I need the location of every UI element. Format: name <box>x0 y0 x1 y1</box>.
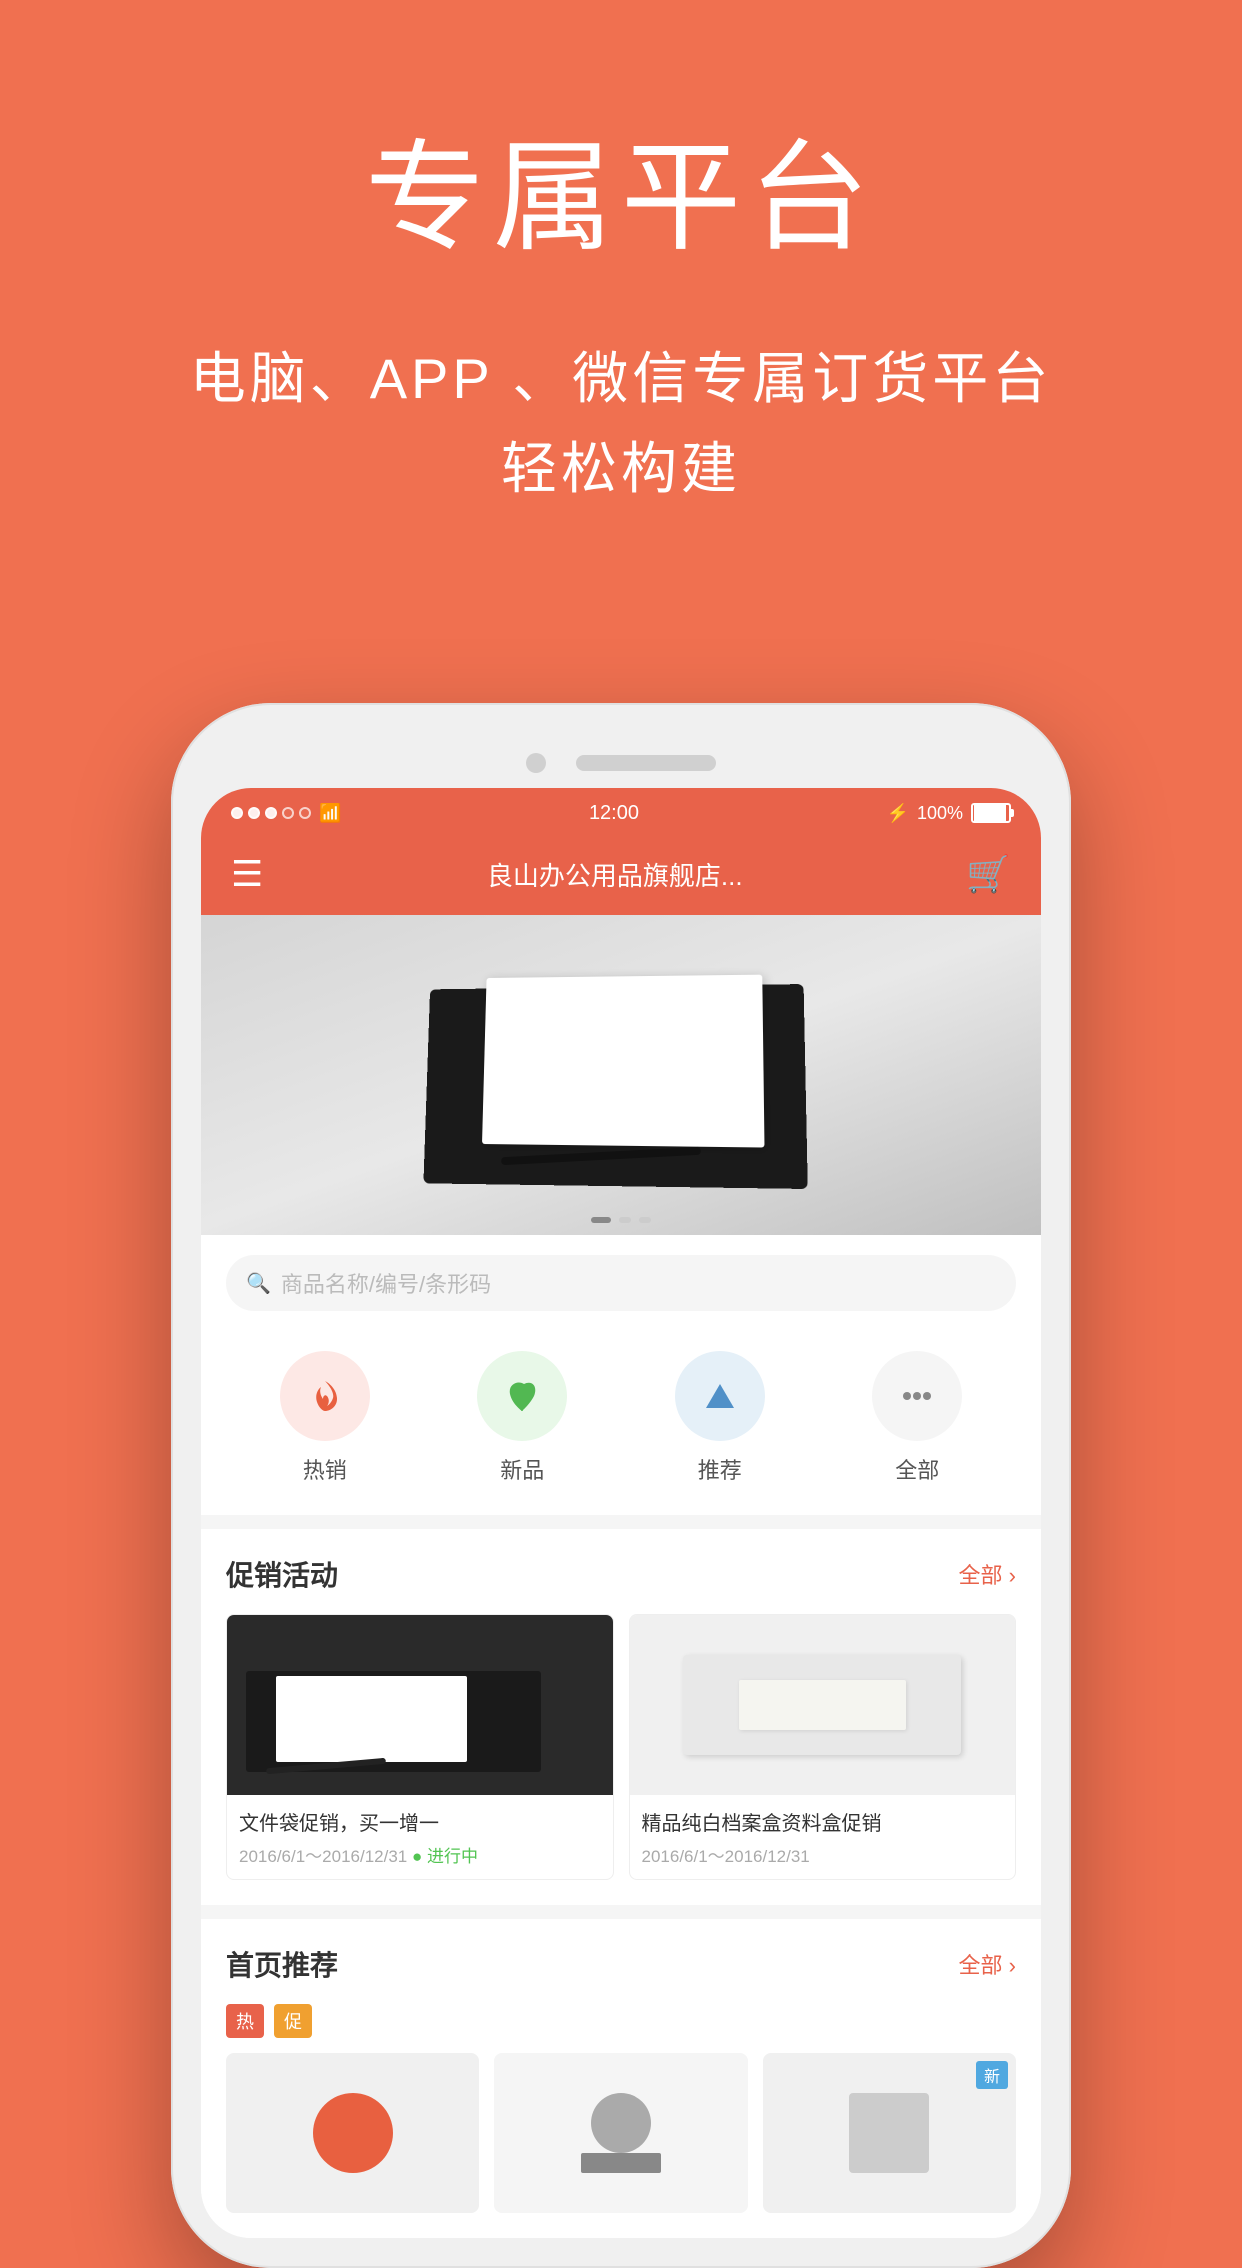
phone-screen: 📶 12:00 ⚡ 100% ☰ 良山办公用品旗舰店... <box>201 788 1041 2238</box>
tag-new-product: 新 <box>976 2061 1008 2089</box>
promo-title-2: 精品纯白档案盒资料盒促销 <box>642 1807 1004 1836</box>
recommend-section: 首页推荐 全部 › 热 促 <box>201 1919 1041 2238</box>
product-thumb-1[interactable] <box>226 2053 479 2213</box>
triangle-icon <box>700 1376 740 1416</box>
banner-area[interactable] <box>201 915 1041 1235</box>
signal-dot-2 <box>248 807 260 819</box>
cart-icon[interactable]: 🛒 <box>966 853 1011 895</box>
promo-image-1 <box>227 1615 613 1795</box>
phone-camera <box>526 753 546 773</box>
hot-label: 热销 <box>303 1453 347 1485</box>
category-new[interactable]: 新品 <box>477 1351 567 1485</box>
search-bar[interactable]: 🔍 商品名称/编号/条形码 <box>226 1255 1016 1311</box>
signal-dot-3 <box>265 807 277 819</box>
leaf-icon <box>502 1376 542 1416</box>
status-time: 12:00 <box>589 802 639 825</box>
promo-card-2[interactable]: 精品纯白档案盒资料盒促销 2016/6/1～2016/12/31 <box>629 1614 1017 1880</box>
promo-date-1: 2016/6/1～2016/12/31 ● 进行中 <box>239 1842 601 1867</box>
category-recommend[interactable]: 推荐 <box>675 1351 765 1485</box>
status-left: 📶 <box>231 803 341 824</box>
promo-date-2: 2016/6/1～2016/12/31 <box>642 1842 1004 1867</box>
all-icon-circle <box>872 1351 962 1441</box>
promo-title-1: 文件袋促销，买一增一 <box>239 1807 601 1836</box>
battery-icon <box>971 803 1011 823</box>
hot-icon-circle <box>280 1351 370 1441</box>
rec-label: 推荐 <box>698 1453 742 1485</box>
promo-card-1[interactable]: 文件袋促销，买一增一 2016/6/1～2016/12/31 ● 进行中 <box>226 1614 614 1880</box>
banner-dot-2 <box>619 1217 631 1223</box>
banner-dot-1 <box>591 1217 611 1223</box>
promo-section-title: 促销活动 <box>226 1554 338 1594</box>
lightning-icon: ⚡ <box>887 803 909 824</box>
banner-dot-3 <box>639 1217 651 1223</box>
banner-image <box>201 915 1041 1235</box>
subtitle-line2: 轻松构建 <box>0 424 1242 514</box>
promo-info-2: 精品纯白档案盒资料盒促销 2016/6/1～2016/12/31 <box>630 1795 1016 1879</box>
menu-icon[interactable]: ☰ <box>231 853 263 895</box>
categories-row: 热销 新品 <box>201 1331 1041 1515</box>
status-bar: 📶 12:00 ⚡ 100% <box>201 788 1041 838</box>
all-label: 全部 <box>895 1453 939 1485</box>
product-tags: 热 促 <box>226 2004 1016 2038</box>
header-section: 专属平台 电脑、APP 、微信专属订货平台 轻松构建 <box>0 0 1242 573</box>
signal-dots <box>231 807 311 819</box>
flame-icon <box>305 1376 345 1416</box>
promo-info-1: 文件袋促销，买一增一 2016/6/1～2016/12/31 ● 进行中 <box>227 1795 613 1879</box>
search-area: 🔍 商品名称/编号/条形码 <box>201 1235 1041 1331</box>
phone-top-bar <box>201 733 1041 788</box>
section-divider-2 <box>201 1905 1041 1919</box>
signal-dot-4 <box>282 807 294 819</box>
promo-section: 促销活动 全部 › <box>201 1529 1041 1905</box>
phone-outer-shell: 📶 12:00 ⚡ 100% ☰ 良山办公用品旗舰店... <box>171 703 1071 2268</box>
product-thumb-3[interactable]: 新 <box>763 2053 1016 2213</box>
status-right: ⚡ 100% <box>887 803 1011 824</box>
app-nav-bar: ☰ 良山办公用品旗舰店... 🛒 <box>201 838 1041 915</box>
tag-promo: 促 <box>274 2004 312 2038</box>
category-all[interactable]: 全部 <box>872 1351 962 1485</box>
main-title: 专属平台 <box>0 100 1242 274</box>
subtitle-line1: 电脑、APP 、微信专属订货平台 <box>0 334 1242 424</box>
recommend-title: 首页推荐 <box>226 1944 338 1984</box>
phone-mockup: 📶 12:00 ⚡ 100% ☰ 良山办公用品旗舰店... <box>171 703 1071 2268</box>
tag-hot: 热 <box>226 2004 264 2038</box>
product-thumb-2[interactable] <box>494 2053 747 2213</box>
promo-section-header: 促销活动 全部 › <box>226 1554 1016 1594</box>
search-icon: 🔍 <box>246 1271 271 1296</box>
page-background: 专属平台 电脑、APP 、微信专属订货平台 轻松构建 <box>0 0 1242 2208</box>
wifi-icon: 📶 <box>319 803 341 824</box>
battery-text: 100% <box>917 803 963 824</box>
category-hot[interactable]: 热销 <box>280 1351 370 1485</box>
bottom-products: 新 <box>226 2053 1016 2213</box>
signal-dot-1 <box>231 807 243 819</box>
rec-icon-circle <box>675 1351 765 1441</box>
battery-fill <box>974 805 1006 821</box>
search-placeholder: 商品名称/编号/条形码 <box>281 1267 491 1299</box>
promo-status-1: ● 进行中 <box>412 1847 478 1866</box>
recommend-more-button[interactable]: 全部 › <box>959 1948 1016 1980</box>
phone-speaker <box>576 755 716 771</box>
subtitle: 电脑、APP 、微信专属订货平台 轻松构建 <box>0 334 1242 513</box>
section-divider-1 <box>201 1515 1041 1529</box>
recommend-header: 首页推荐 全部 › <box>226 1944 1016 1984</box>
store-title: 良山办公用品旗舰店... <box>487 856 743 893</box>
signal-dot-5 <box>299 807 311 819</box>
new-label: 新品 <box>500 1453 544 1485</box>
new-icon-circle <box>477 1351 567 1441</box>
promo-more-button[interactable]: 全部 › <box>959 1558 1016 1590</box>
banner-indicator <box>201 1217 1041 1223</box>
promo-image-2 <box>630 1615 1016 1795</box>
dots-icon <box>897 1376 937 1416</box>
promo-grid: 文件袋促销，买一增一 2016/6/1～2016/12/31 ● 进行中 <box>226 1614 1016 1880</box>
